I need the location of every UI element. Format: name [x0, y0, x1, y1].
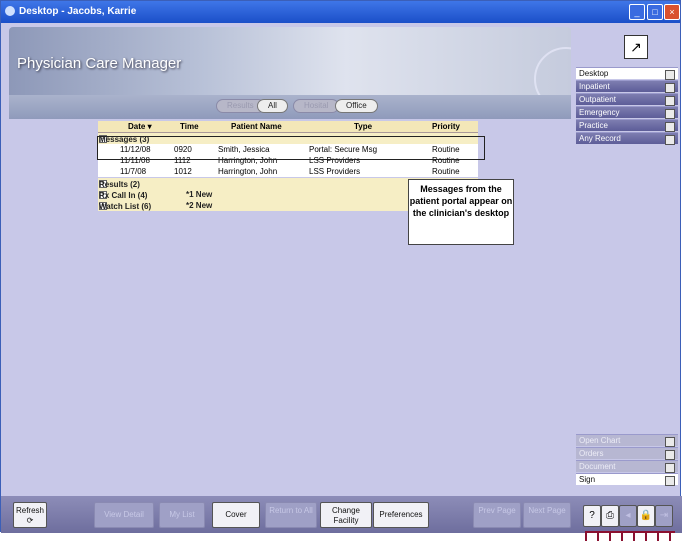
row-type: LSS Providers [309, 167, 361, 176]
next-page-button[interactable]: Next Page [523, 502, 571, 528]
any-record-icon [665, 135, 675, 145]
exit-icon[interactable]: ⇥ [655, 505, 673, 527]
col-time-header[interactable]: Time [180, 122, 199, 131]
nav-orders[interactable]: Orders [576, 447, 678, 460]
nav-practice-label: Practice [579, 121, 608, 130]
section-rx-new-count: *1 New [186, 190, 213, 199]
cover-button[interactable]: Cover [212, 502, 260, 528]
desktop-icon [665, 70, 675, 80]
nav-outpatient-label: Outpatient [579, 95, 616, 104]
refresh-label: Refresh [15, 506, 44, 515]
window-title: Desktop - Jacobs, Karrie [19, 6, 137, 17]
nav-emergency-label: Emergency [579, 108, 620, 117]
desktop-grid: Date ▾ Time Patient Name Type Priority −… [98, 121, 478, 211]
prev-page-button[interactable]: Prev Page [473, 502, 521, 528]
refresh-button[interactable]: Refresh ⟳ [13, 502, 47, 528]
section-results-label: Results (2) [99, 180, 140, 189]
nav-sign-label: Sign [579, 475, 596, 484]
nav-inpatient-label: Inpatient [579, 82, 610, 91]
orders-icon [665, 450, 675, 460]
maximize-button[interactable]: □ [647, 4, 663, 20]
col-patient-header[interactable]: Patient Name [231, 122, 282, 131]
nav-any-record-label: Any Record [579, 134, 621, 143]
practice-icon [665, 122, 675, 132]
nav-desktop[interactable]: Desktop [576, 67, 678, 80]
open-chart-icon [665, 437, 675, 447]
row-priority: Routine [432, 167, 460, 176]
section-watch-new-count: *2 New [186, 201, 213, 210]
my-list-button[interactable]: My List [159, 502, 205, 528]
filter-all[interactable]: All [257, 99, 288, 113]
outpatient-icon [665, 96, 675, 106]
sign-icon [665, 476, 675, 486]
close-button[interactable]: × [664, 4, 680, 20]
bottom-toolbar: Refresh ⟳ View Detail My List Cover Retu… [1, 496, 682, 533]
inpatient-icon [665, 83, 675, 93]
col-type-header[interactable]: Type [354, 122, 372, 131]
nav-desktop-label: Desktop [579, 69, 609, 78]
right-navigation-panel: ↗ Desktop Inpatient Outpatient Emergency… [574, 23, 680, 503]
app-window: Desktop - Jacobs, Karrie _ □ × Physician… [0, 0, 682, 533]
row-date: 11/7/08 [120, 167, 147, 176]
nav-any-record[interactable]: Any Record [576, 132, 678, 145]
col-priority-header[interactable]: Priority [432, 122, 460, 131]
nav-outpatient[interactable]: Outpatient [576, 93, 678, 106]
grid-header: Date ▾ Time Patient Name Type Priority [98, 121, 478, 133]
filter-hospital[interactable]: Hosital [293, 99, 340, 113]
document-icon[interactable]: ↗ [624, 35, 648, 59]
nav-open-chart[interactable]: Open Chart [576, 434, 678, 447]
row-patient: Harrington, John [218, 167, 278, 176]
nav-open-chart-label: Open Chart [579, 436, 621, 445]
minimize-button[interactable]: _ [629, 4, 645, 20]
filter-office[interactable]: Office [335, 99, 378, 113]
print-icon[interactable]: ⎙ [601, 505, 619, 527]
back-icon[interactable]: ◂ [619, 505, 637, 527]
filter-bar: Results All Hosital Office [1, 97, 573, 115]
nav-document[interactable]: Document [576, 460, 678, 473]
nav-document-label: Document [579, 462, 616, 471]
refresh-icon: ⟳ [26, 516, 34, 525]
change-facility-button[interactable]: Change Facility [320, 502, 372, 528]
app-icon [5, 6, 15, 16]
nav-inpatient[interactable]: Inpatient [576, 80, 678, 93]
nav-sign[interactable]: Sign [576, 473, 678, 486]
row-time: 1012 [174, 167, 192, 176]
document-small-icon [665, 463, 675, 473]
preferences-button[interactable]: Preferences [373, 502, 429, 528]
section-rx-label: Rx Call In (4) [99, 191, 148, 200]
table-row[interactable]: 11/7/08 1012 Harrington, John LSS Provid… [98, 166, 478, 177]
nav-orders-label: Orders [579, 449, 604, 458]
nav-practice[interactable]: Practice [576, 119, 678, 132]
lock-icon[interactable]: 🔒 [637, 505, 655, 527]
help-icon[interactable]: ? [583, 505, 601, 527]
section-watch-label: Watch List (6) [99, 202, 152, 211]
return-to-all-button[interactable]: Return to All [265, 502, 317, 528]
page-edge-decoration [585, 531, 675, 541]
nav-emergency[interactable]: Emergency [576, 106, 678, 119]
col-date-header[interactable]: Date ▾ [128, 122, 152, 131]
annotation-callout: Messages from the patient portal appear … [408, 179, 514, 245]
message-highlight-box [97, 136, 485, 160]
emergency-icon [665, 109, 675, 119]
title-bar[interactable]: Desktop - Jacobs, Karrie _ □ × [1, 1, 680, 23]
view-detail-button[interactable]: View Detail [94, 502, 154, 528]
app-title: Physician Care Manager [17, 55, 182, 72]
